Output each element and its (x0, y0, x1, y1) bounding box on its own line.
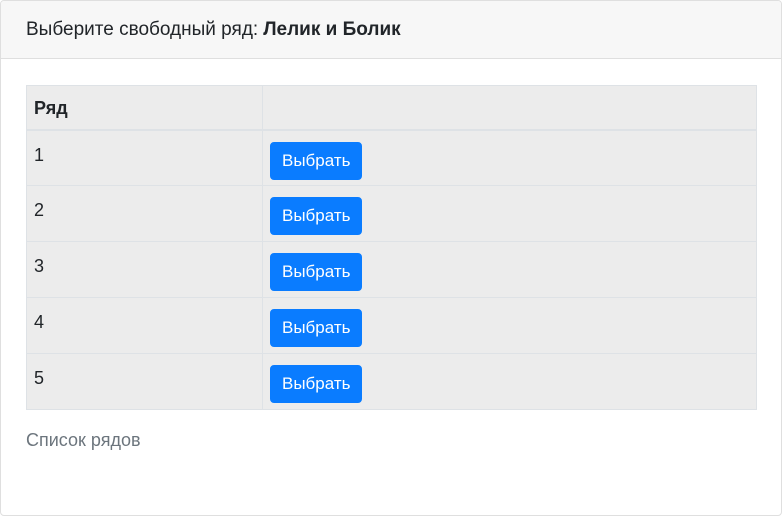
row-number: 3 (26, 241, 263, 298)
row-number: 4 (26, 297, 263, 354)
select-row-4-button[interactable]: Выбрать (270, 309, 363, 347)
table-row: 5 Выбрать (26, 353, 757, 410)
rows-list-link[interactable]: Список рядов (26, 430, 141, 451)
group-name: Лелик и Болик (263, 19, 401, 40)
column-header-action (262, 85, 757, 131)
table-header-row: Ряд (26, 85, 757, 131)
table-row: 2 Выбрать (26, 185, 757, 242)
select-row-2-button[interactable]: Выбрать (270, 197, 363, 235)
rows-table: Ряд 1 Выбрать 2 Выбрать 3 Выбрать 4 Выбр… (26, 85, 757, 410)
row-number: 5 (26, 353, 263, 410)
card-body: Ряд 1 Выбрать 2 Выбрать 3 Выбрать 4 Выбр… (1, 59, 781, 451)
table-row: 1 Выбрать (26, 129, 757, 186)
row-selection-card: Выберите свободный ряд: Лелик и Болик Ря… (0, 0, 782, 516)
table-row: 4 Выбрать (26, 297, 757, 354)
select-row-3-button[interactable]: Выбрать (270, 253, 363, 291)
column-header-row-number: Ряд (26, 85, 263, 131)
row-number: 2 (26, 185, 263, 242)
row-number: 1 (26, 129, 263, 186)
row-action-cell: Выбрать (262, 353, 757, 410)
select-row-1-button[interactable]: Выбрать (270, 141, 363, 180)
header-prefix: Выберите свободный ряд: (26, 19, 259, 40)
select-row-5-button[interactable]: Выбрать (270, 365, 363, 403)
table-row: 3 Выбрать (26, 241, 757, 298)
card-header: Выберите свободный ряд: Лелик и Болик (1, 1, 781, 59)
row-action-cell: Выбрать (262, 185, 757, 242)
row-action-cell: Выбрать (262, 241, 757, 298)
row-action-cell: Выбрать (262, 129, 757, 186)
row-action-cell: Выбрать (262, 297, 757, 354)
